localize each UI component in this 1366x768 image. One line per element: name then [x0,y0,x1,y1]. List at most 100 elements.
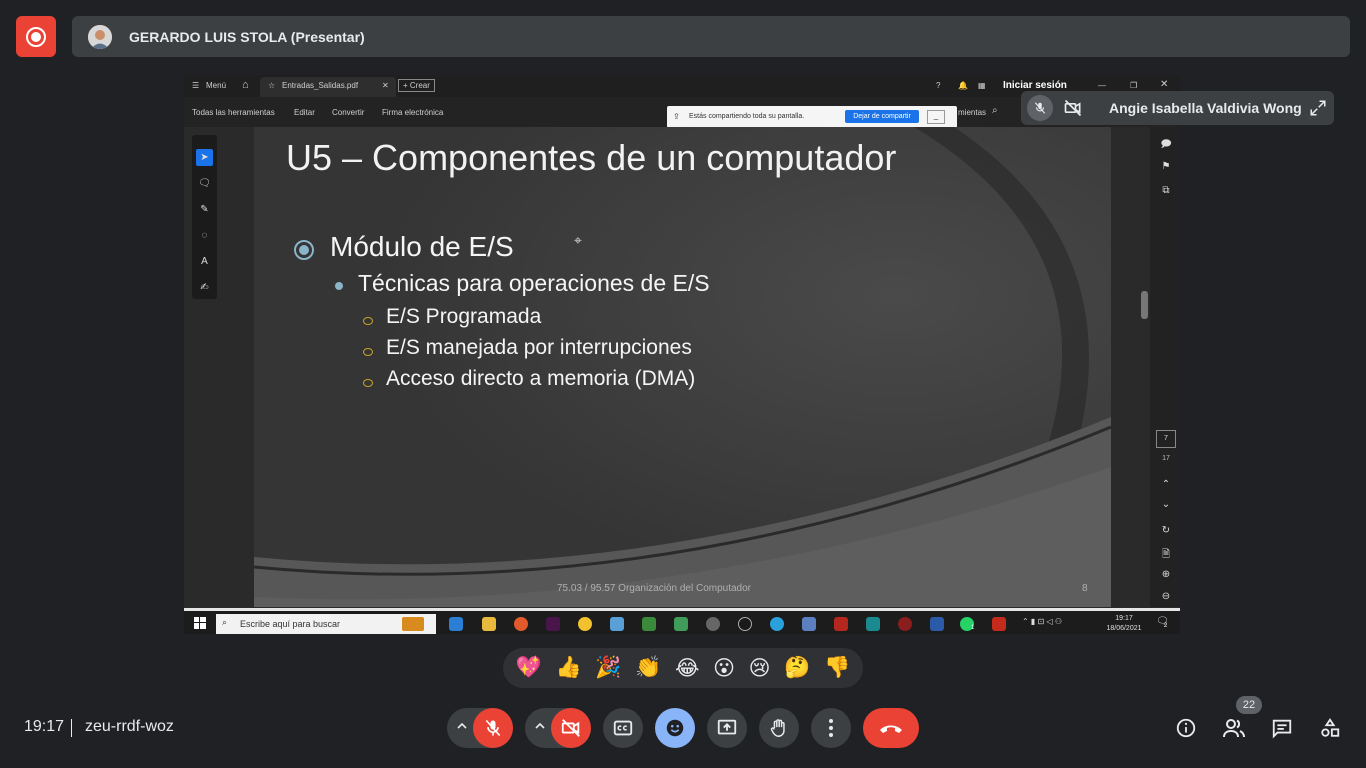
closed-captions-icon [613,720,633,736]
reaction-thinking[interactable]: 🤔 [784,656,810,680]
acrobat-icon[interactable] [992,617,1006,631]
reactions-button[interactable] [655,708,695,748]
captions-button[interactable] [603,708,643,748]
window-close-icon[interactable]: ✕ [1160,79,1168,90]
arduino-icon[interactable] [866,617,880,631]
reaction-surprised[interactable]: 😮 [713,656,735,681]
zoom-out-icon[interactable]: ⊖ [1160,591,1172,602]
people-button[interactable] [1222,716,1246,740]
tools-right-label[interactable]: mientas [958,108,986,117]
windows-start-icon[interactable] [194,617,206,629]
reaction-laugh[interactable]: 😂 [675,656,700,681]
sign-icon[interactable]: ✍ [196,279,213,296]
menu-icon[interactable]: ☰ [192,81,199,90]
chevron-up-icon[interactable] [534,720,546,732]
app-icon[interactable] [802,617,816,631]
app-icon[interactable] [706,617,720,631]
notepad-icon[interactable] [642,617,656,631]
reaction-sparkling-heart[interactable]: 💖 [516,656,542,680]
pen-icon[interactable]: ✎ [196,201,213,218]
chat-button[interactable] [1270,716,1294,740]
mic-off-icon [485,719,501,737]
share-notice-text: Estás compartiendo toda su pantalla. [689,113,805,120]
scrollbar[interactable] [1138,127,1150,607]
annotation-toolbar: ➤ 🗨 ✎ ◌ A ✍ [192,135,217,299]
tool-all[interactable]: Todas las herramientas [192,108,275,117]
windows-search-box[interactable]: ⌕ Escribe aquí para buscar [216,614,436,634]
scrollbar-thumb[interactable] [1141,291,1148,319]
present-screen-icon [717,719,737,735]
zoom-in-icon[interactable]: ⊕ [1160,569,1172,580]
help-icon[interactable]: ? [936,81,940,90]
powershell-icon[interactable] [930,617,944,631]
file-explorer-icon[interactable] [482,617,496,631]
hide-share-bar-button[interactable]: _ [927,110,945,124]
new-tab-button[interactable]: + Crear [398,79,435,92]
present-button[interactable] [707,708,747,748]
close-tab-icon[interactable]: ✕ [382,81,389,90]
chrome-icon[interactable] [578,617,592,631]
minimize-icon[interactable]: — [1098,81,1106,90]
reaction-sad[interactable]: 😢 [749,656,771,681]
mic-toggle-button[interactable] [473,708,513,748]
app-icon[interactable] [738,617,752,631]
app-icon[interactable] [674,617,688,631]
expand-icon[interactable] [1309,99,1327,117]
tab-title[interactable]: Entradas_Salidas.pdf [282,81,358,90]
page-number-input[interactable]: 7 [1156,430,1176,448]
prev-page-icon[interactable]: ⌃ [1160,479,1172,490]
tool-esign[interactable]: Firma electrónica [382,108,443,117]
virtualbox-icon[interactable] [610,617,624,631]
edge-icon[interactable] [449,617,463,631]
reaction-party[interactable]: 🎉 [595,656,621,680]
comment-panel-icon[interactable]: 🗩 [1160,137,1172,154]
chevron-up-icon[interactable] [456,720,468,732]
next-page-icon[interactable]: ⌄ [1160,499,1172,510]
participant-mic-off-icon [1027,95,1053,121]
reactions-bar: 💖 👍 🎉 👏 😂 😮 😢 🤔 👎 [503,648,863,688]
app-icon[interactable] [898,617,912,631]
raise-hand-button[interactable] [759,708,799,748]
text-box-icon[interactable]: A [196,253,213,270]
bookmark-icon[interactable]: ⚑ [1160,161,1172,172]
reaction-thumbs-up[interactable]: 👍 [556,656,582,680]
stop-sharing-button[interactable]: Dejar de compartir [845,110,919,123]
filezilla-icon[interactable] [834,617,848,631]
menu-label[interactable]: Menú [206,81,226,90]
presenter-name: GERARDO LUIS STOLA (Presentar) [129,28,365,45]
lasso-icon[interactable]: ◌ [196,227,213,244]
maximize-icon[interactable]: ❐ [1130,81,1137,90]
select-cursor-icon[interactable]: ➤ [196,149,213,166]
more-options-button[interactable] [811,708,851,748]
pages-icon[interactable]: ⧉ [1160,185,1172,196]
whatsapp-badge: 1 [971,625,975,631]
participant-tile[interactable]: Angie Isabella Valdivia Wong [1021,91,1334,125]
apps-grid-icon[interactable]: ▦ [978,81,986,90]
bell-icon[interactable]: 🔔 [958,81,968,90]
camera-toggle-button[interactable] [551,708,591,748]
refresh-icon[interactable]: ↻ [1160,525,1172,536]
reaction-clap[interactable]: 👏 [635,656,661,680]
reaction-thumbs-down[interactable]: 👎 [824,656,850,680]
telegram-icon[interactable] [770,617,784,631]
slide-footer: 75.03 / 95.57 Organización del Computado… [557,583,752,594]
save-page-icon[interactable]: 🗎 [1160,547,1172,564]
comment-icon[interactable]: 🗨 [196,175,213,192]
activities-button[interactable] [1318,716,1342,740]
shared-screen: ☰ Menú ⌂ ☆ Entradas_Salidas.pdf ✕ + Crea… [184,75,1180,634]
tray-icons[interactable]: ⌃ ▮ ⊡ ◁ ⚇ [1022,617,1062,626]
signin-button[interactable]: Iniciar sesión [1003,80,1067,91]
firefox-icon[interactable] [514,617,528,631]
windows-taskbar: ⌕ Escribe aquí para buscar 1 ⌃ ▮ ⊡ ◁ ⚇ 1… [184,608,1180,634]
tool-convert[interactable]: Convertir [332,108,364,117]
tool-edit[interactable]: Editar [294,108,315,117]
home-icon[interactable]: ⌂ [242,79,249,91]
taskbar-clock[interactable]: 19:17 18/06/2021 [1099,614,1149,634]
leave-call-button[interactable] [863,708,919,748]
search-icon[interactable]: ⌕ [992,105,998,116]
slack-icon[interactable] [546,617,560,631]
star-icon[interactable]: ☆ [268,81,275,90]
recording-button[interactable] [16,16,56,57]
meeting-info-button[interactable] [1174,716,1198,740]
divider [71,719,72,737]
